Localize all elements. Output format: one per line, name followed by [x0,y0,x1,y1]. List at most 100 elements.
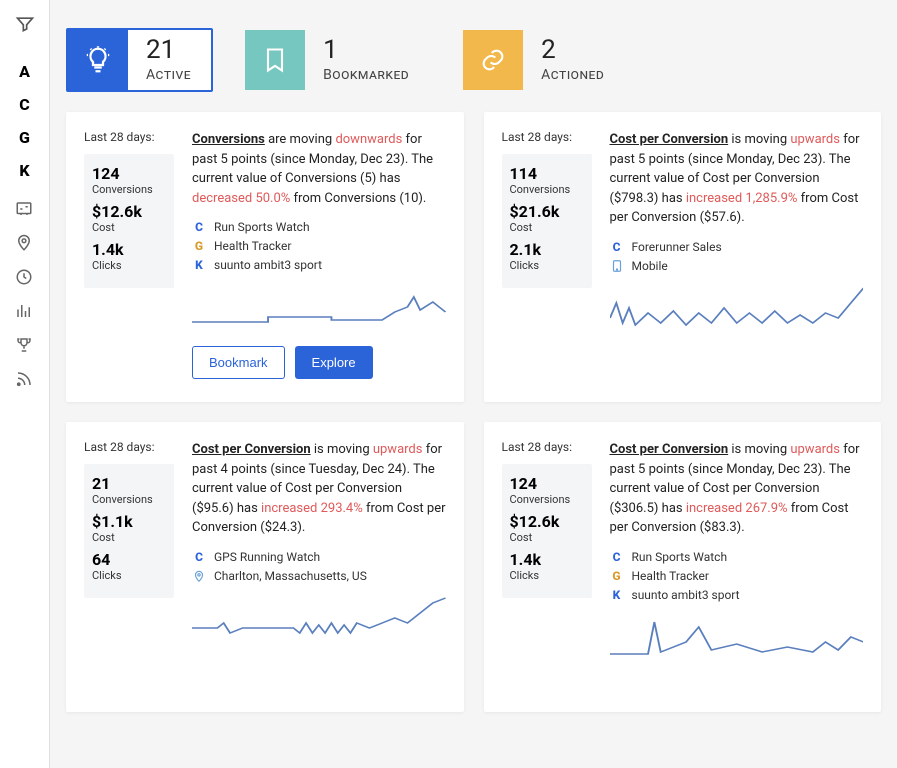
tag-letter-c-icon: C [192,220,206,234]
stat-value: 124 [92,164,166,183]
tag-list: C Run Sports Watch G Health Tracker Ksuunto … [192,220,446,272]
tag-text: suunto ambit3 sport [214,258,322,272]
stat-value: $12.6k [92,202,166,221]
sparkline-chart [192,282,446,332]
stat-label: Clicks [510,569,584,582]
tab-bookmarked[interactable]: 1 Bookmarked [243,28,431,92]
tag-row[interactable]: Charlton, Massachusetts, US [192,569,446,583]
stats-box: 114Conversions$21.6kCost2.1kClicks [502,154,592,288]
clock-icon[interactable] [15,268,35,288]
link-icon [463,30,523,90]
tag-letter-k-icon: K [610,588,624,602]
stat-label: Clicks [92,569,166,582]
tag-text: Mobile [632,259,668,273]
main-content: 21 Active 1 Bookmarked 2 Actioned Last 28 day… [50,0,897,768]
tag-row[interactable]: CForerunner Sales [610,240,864,254]
stat-label: Cost [510,531,584,544]
sidebar-letter-k[interactable]: K [10,161,40,180]
stat-value: 2.1k [510,240,584,259]
insight-cards: Last 28 days:124Conversions$12.6kCost1.4… [66,112,881,712]
insight-card[interactable]: Last 28 days:124Conversions$12.6kCost1.4… [66,112,464,402]
tag-list: CGPS Running Watch Charlton, Massachusett… [192,550,446,583]
sidebar-letter-g[interactable]: G [10,128,40,147]
insight-card[interactable]: Last 28 days: 124Conversions $12.6kCost 1.4… [484,422,882,712]
insight-description: Cost per Conversion is moving upwards fo… [610,130,864,228]
stat-label: Conversions [92,493,166,506]
tab-label: Actioned [541,67,604,83]
tag-row[interactable]: CGPS Running Watch [192,550,446,564]
pin-icon [192,569,206,583]
tag-text: Run Sports Watch [632,550,728,564]
tab-label: Active [146,67,191,83]
tag-text: suunto ambit3 sport [632,588,740,602]
mobile-icon [610,259,624,273]
stats-box: 124Conversions $12.6kCost 1.4kClicks [84,154,174,288]
bookmark-button[interactable]: Bookmark [192,346,285,379]
stat-label: Conversions [510,493,584,506]
tag-text: Charlton, Massachusetts, US [214,569,367,583]
sidebar-letter-a[interactable]: A [10,62,40,81]
dashboard-icon[interactable] [15,200,35,220]
stat-label: Cost [510,221,584,234]
sidebar-letter-c[interactable]: C [10,95,40,114]
tag-row[interactable]: C Run Sports Watch [192,220,446,234]
stat-label: Cost [92,531,166,544]
stat-label: Conversions [510,183,584,196]
tag-row[interactable]: Ksuunto ambit3 sport [192,258,446,272]
insight-card[interactable]: Last 28 days: 21Conversions $1.1kCost 64Cli… [66,422,464,712]
tag-letter-c-icon: C [192,550,206,564]
tag-row[interactable]: Ksuunto ambit3 sport [610,588,864,602]
tag-list: CForerunner Sales Mobile [610,240,864,273]
stat-label: Clicks [92,259,166,272]
stat-value: $1.1k [92,512,166,531]
period-label: Last 28 days: [84,440,174,454]
stat-value: $21.6k [510,202,584,221]
tab-count: 1 [323,37,409,63]
tag-row[interactable]: G Health Tracker [192,239,446,253]
summary-tabs: 21 Active 1 Bookmarked 2 Actioned [66,28,881,92]
bookmark-icon [245,30,305,90]
insight-description: Conversions are moving downwards for pas… [192,130,446,208]
insight-description: Cost per Conversion is moving upwards fo… [192,440,446,538]
insight-card[interactable]: Last 28 days:114Conversions$21.6kCost2.1… [484,112,882,402]
filter-icon[interactable] [9,8,41,40]
tag-letter-c-icon: C [610,240,624,254]
stats-box: 124Conversions $12.6kCost 1.4kClicks [502,464,592,598]
stat-label: Cost [92,221,166,234]
sparkline-chart [610,283,864,333]
stat-value: 1.4k [92,240,166,259]
tag-text: Run Sports Watch [214,220,310,234]
tab-label: Bookmarked [323,67,409,83]
tag-row[interactable]: GHealth Tracker [610,569,864,583]
period-label: Last 28 days: [502,440,592,454]
trophy-icon[interactable] [15,336,35,356]
tag-text: Health Tracker [632,569,709,583]
tag-list: CRun Sports Watch GHealth Tracker Ksuunto … [610,550,864,602]
stat-value: 64 [92,550,166,569]
stat-value: 124 [510,474,584,493]
tab-count: 21 [146,37,191,63]
stat-value: $12.6k [510,512,584,531]
explore-button[interactable]: Explore [295,346,373,379]
tab-count: 2 [541,37,604,63]
tag-text: Health Tracker [214,239,291,253]
stat-value: 1.4k [510,550,584,569]
sparkline-chart [610,612,864,662]
tag-row[interactable]: Mobile [610,259,864,273]
stat-label: Conversions [92,183,166,196]
insight-description: Cost per Conversion is moving upwards fo… [610,440,864,538]
bulb-icon [68,30,128,90]
tag-letter-g-icon: G [192,239,206,253]
tag-row[interactable]: CRun Sports Watch [610,550,864,564]
stat-value: 21 [92,474,166,493]
location-pin-icon[interactable] [15,234,35,254]
stats-box: 21Conversions $1.1kCost 64Clicks [84,464,174,598]
sparkline-chart [192,593,446,643]
rss-icon[interactable] [15,370,35,390]
period-label: Last 28 days: [502,130,592,144]
stat-label: Clicks [510,259,584,272]
sidebar: ACGK [0,0,50,768]
tab-active[interactable]: 21 Active [66,28,213,92]
tab-actioned[interactable]: 2 Actioned [461,28,626,92]
chart-icon[interactable] [15,302,35,322]
